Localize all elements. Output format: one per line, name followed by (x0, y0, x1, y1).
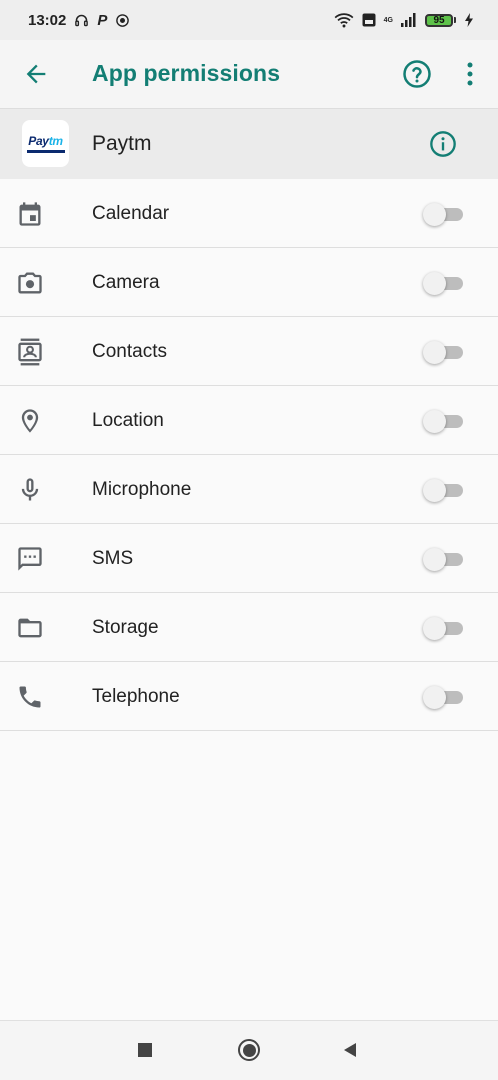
info-icon[interactable] (429, 130, 457, 158)
location-toggle[interactable] (423, 410, 465, 434)
permission-row-contacts[interactable]: Contacts (0, 317, 498, 386)
status-left: 13:02 P (28, 12, 130, 29)
network-type: 4G (383, 16, 393, 24)
storage-toggle[interactable] (423, 617, 465, 641)
camera-icon (18, 272, 42, 294)
app-header-row: Paytm Paytm (0, 109, 498, 179)
toggle-thumb (423, 617, 446, 640)
permission-row-storage[interactable]: Storage (0, 593, 498, 662)
help-circle-icon[interactable] (402, 59, 432, 89)
microphone-icon (21, 478, 39, 501)
calendar-icon (19, 202, 41, 226)
contacts-icon (18, 338, 42, 366)
paytm-logo-bar (26, 150, 65, 153)
paytm-logo: Paytm (22, 120, 69, 167)
calendar-toggle[interactable] (423, 203, 465, 227)
sms-toggle[interactable] (423, 548, 465, 572)
recents-square-icon[interactable] (138, 1043, 152, 1057)
phone-icon (19, 686, 41, 708)
status-bar: 13:02 P 4G 95 (0, 0, 498, 40)
page-title: App permissions (92, 60, 281, 86)
app-name: Paytm (92, 132, 152, 155)
permission-label: SMS (92, 548, 134, 569)
permission-row-telephone[interactable]: Telephone (0, 662, 498, 731)
charging-icon (465, 13, 473, 27)
sms-icon (18, 547, 42, 571)
toggle-thumb (423, 203, 446, 226)
permission-row-location[interactable]: Location (0, 386, 498, 455)
toggle-thumb (423, 479, 446, 502)
permission-label: Telephone (92, 686, 180, 707)
battery-tip (454, 17, 456, 23)
signal-icon (401, 13, 416, 27)
headphones-icon (75, 14, 89, 26)
camera-toggle[interactable] (423, 272, 465, 296)
screen: 13:02 P 4G 95 App permissions Paytm Payt… (0, 0, 498, 1080)
microphone-toggle[interactable] (423, 479, 465, 503)
toggle-thumb (423, 341, 446, 364)
battery-level: 95 (425, 13, 453, 27)
permission-row-calendar[interactable]: Calendar (0, 179, 498, 248)
permission-label: Calendar (92, 203, 170, 224)
game-icon (116, 13, 130, 27)
volte-icon (362, 13, 376, 27)
back-triangle-icon[interactable] (342, 1042, 358, 1058)
permission-row-microphone[interactable]: Microphone (0, 455, 498, 524)
permission-row-camera[interactable]: Camera (0, 248, 498, 317)
app-bar: App permissions (0, 40, 498, 109)
battery: 95 (425, 13, 456, 27)
permission-label: Location (92, 410, 164, 431)
status-right: 4G 95 (334, 12, 474, 28)
paytm-logo-text: Paytm (28, 134, 63, 148)
toggle-thumb (423, 272, 446, 295)
folder-icon (18, 618, 42, 638)
permission-row-sms[interactable]: SMS (0, 524, 498, 593)
arrow-back-icon[interactable] (22, 60, 50, 88)
permission-label: Camera (92, 272, 160, 293)
toggle-thumb (423, 410, 446, 433)
telephone-toggle[interactable] (423, 686, 465, 710)
wifi-icon (334, 13, 354, 28)
toggle-thumb (423, 548, 446, 571)
p-indicator: P (97, 11, 108, 29)
permission-label: Microphone (92, 479, 192, 500)
home-circle-inner (242, 1043, 256, 1057)
contacts-toggle[interactable] (423, 341, 465, 365)
location-icon (21, 409, 39, 433)
more-vert-icon[interactable] (458, 59, 482, 89)
permission-label: Storage (92, 617, 159, 638)
status-time: 13:02 (28, 11, 67, 29)
permission-label: Contacts (92, 341, 167, 362)
toggle-thumb (423, 686, 446, 709)
system-nav-bar (0, 1020, 498, 1080)
home-circle-icon[interactable] (238, 1039, 260, 1061)
permission-list: Calendar Camera Contacts Location Microp… (0, 179, 498, 731)
